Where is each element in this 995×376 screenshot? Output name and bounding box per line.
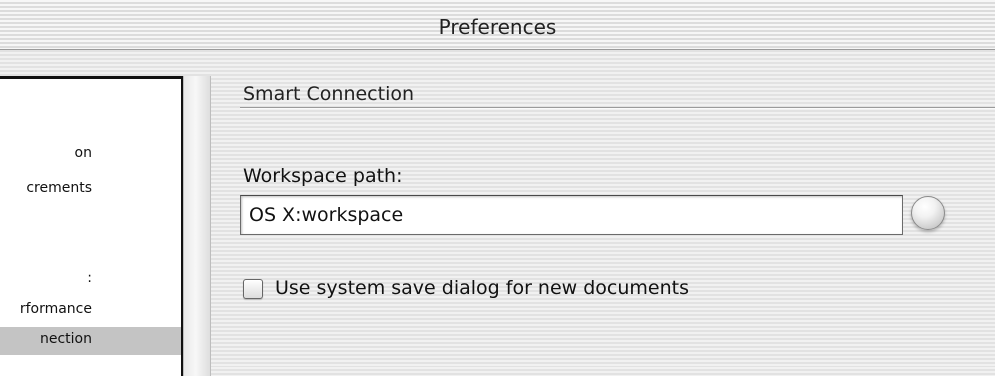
- workspace-path-input[interactable]: [240, 195, 903, 235]
- title-bar: Preferences: [0, 0, 995, 50]
- save-dialog-checkbox-label[interactable]: Use system save dialog for new documents: [275, 277, 689, 299]
- browse-circle-icon[interactable]: [911, 196, 945, 230]
- sidebar-item-label: rformance: [19, 301, 92, 317]
- sidebar-item[interactable]: crements: [0, 176, 181, 204]
- sidebar-item-label: :: [87, 270, 92, 286]
- workspace-path-label: Workspace path:: [243, 165, 403, 187]
- checkbox-unchecked-icon[interactable]: [243, 279, 263, 299]
- window-title: Preferences: [438, 15, 557, 39]
- sidebar-item-smart-connection[interactable]: nection: [0, 327, 181, 355]
- category-list[interactable]: on crements : rformance nection: [0, 76, 183, 376]
- sidebar-item[interactable]: on: [0, 141, 181, 169]
- sidebar-scrollbar[interactable]: [183, 76, 211, 376]
- sidebar-item-label: nection: [39, 331, 92, 347]
- sidebar-item-label: on: [74, 145, 92, 161]
- sidebar-item[interactable]: :: [0, 266, 181, 294]
- section-divider: [240, 107, 995, 109]
- section-title: Smart Connection: [243, 83, 415, 105]
- sidebar-item[interactable]: rformance: [0, 297, 181, 325]
- sidebar-item-label: crements: [26, 180, 92, 196]
